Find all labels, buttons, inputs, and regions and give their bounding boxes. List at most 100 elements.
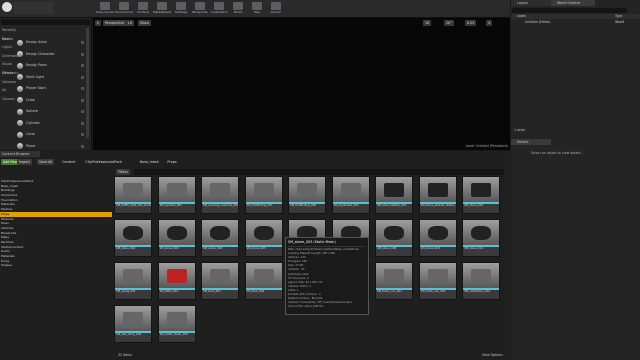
asset-search-input[interactable] xyxy=(134,169,504,175)
toolbar-button-label: Launch xyxy=(270,10,282,14)
toolbar-button[interactable]: Launch xyxy=(267,1,285,17)
drag-handle-icon[interactable] xyxy=(81,87,84,90)
toolbar-button[interactable]: Source Control xyxy=(115,1,133,17)
asset-preview-shape xyxy=(123,312,143,326)
toolbar-button[interactable]: Cinematics xyxy=(210,1,228,17)
save-all-button[interactable]: Save All xyxy=(37,159,55,165)
breadcrumb-item[interactable]: Content xyxy=(62,159,76,165)
col-type: Type xyxy=(615,14,623,18)
content-browser-tab[interactable]: Content Browser xyxy=(0,151,40,157)
drag-handle-icon[interactable] xyxy=(81,121,84,125)
asset-tile[interactable]: SM_stone_sholder_station_001 xyxy=(418,176,457,214)
asset-tile[interactable]: SM_signboard_001 xyxy=(331,176,370,214)
asset-tile[interactable]: SM_trash_can_001 xyxy=(375,262,413,300)
toolbar-button[interactable]: Marketplace xyxy=(153,1,171,17)
asset-tile[interactable]: SM_stone_010 xyxy=(462,219,500,257)
asset-tile[interactable]: SM_stone_003 xyxy=(157,219,196,257)
toolbar-button-label: Build xyxy=(234,10,242,14)
asset-tile[interactable]: SM_solar_battery_001 xyxy=(375,176,413,214)
drag-handle-icon[interactable] xyxy=(81,75,84,79)
tab-layers[interactable]: Layers xyxy=(511,0,551,6)
asset-tile[interactable]: SM_stone_004 xyxy=(201,219,239,257)
drag-handle-icon[interactable] xyxy=(81,133,84,136)
place-item[interactable]: Cone xyxy=(16,130,86,139)
asset-tile[interactable]: SM_table_001 xyxy=(157,262,196,300)
snap-value[interactable]: 10 xyxy=(423,20,432,26)
level-viewport[interactable]: ▾ Perspective Lit Show 10 10° 0.25 4 Level:… xyxy=(93,18,510,150)
asset-tile[interactable]: SM_vending_machine_001 xyxy=(201,176,239,214)
toolbar-button[interactable]: Build xyxy=(229,1,247,17)
snap-value[interactable]: 10° xyxy=(444,20,454,26)
asset-tile[interactable]: SM_tank_001 xyxy=(201,262,239,300)
breadcrumb-item[interactable]: Base_mesh xyxy=(140,159,159,165)
import-button[interactable]: Import xyxy=(17,159,32,165)
show-button[interactable]: Show xyxy=(138,20,151,26)
asset-tile[interactable]: SM_stone_002 xyxy=(114,219,152,257)
snap-controls[interactable]: 10 10° 0.25 4 xyxy=(423,20,508,26)
asset-tile[interactable]: SM_stone_005 xyxy=(244,219,283,257)
toolbar-button[interactable]: Blueprints xyxy=(191,1,209,17)
viewport-menu-button[interactable]: ▾ xyxy=(95,20,101,26)
asset-preview-shape xyxy=(253,183,274,197)
asset-tile[interactable]: SM_swing_001 xyxy=(114,262,152,300)
filters-button[interactable]: Filters xyxy=(116,169,130,175)
asset-tile[interactable]: SM_stone_001 xyxy=(462,176,500,214)
asset-preview-shape xyxy=(384,226,404,240)
place-item[interactable]: Empty Character xyxy=(16,50,86,59)
place-item[interactable]: Plane xyxy=(16,142,86,151)
drag-handle-icon[interactable] xyxy=(81,144,84,148)
asset-tile[interactable]: SM_trash_can_002 xyxy=(418,262,457,300)
lit-button[interactable]: Lit xyxy=(126,20,135,26)
perspective-button[interactable]: Perspective xyxy=(103,20,127,26)
place-item[interactable]: Empty Actor xyxy=(16,38,86,47)
toolbar-button[interactable]: Save Current xyxy=(96,1,114,17)
mode-icons[interactable] xyxy=(14,2,54,14)
place-item[interactable]: Player Start xyxy=(16,84,86,93)
drag-handle-icon[interactable] xyxy=(81,52,84,56)
asset-name: SM_vending_machine_001 xyxy=(203,204,238,207)
item-icon xyxy=(17,85,23,92)
breadcrumb-item[interactable]: CityProfessionalsPack xyxy=(85,159,122,165)
details-tab[interactable]: Details xyxy=(511,139,551,145)
tab-world-outliner[interactable]: World Outliner xyxy=(551,0,595,6)
place-item[interactable]: Sphere xyxy=(16,107,86,116)
asset-tile[interactable]: SM_toolfinding_001 xyxy=(244,176,283,214)
view-options-button[interactable]: View Options xyxy=(482,353,503,357)
folder-item[interactable]: Shapes xyxy=(0,263,112,268)
asset-preview-shape xyxy=(253,226,274,240)
drag-handle-icon[interactable] xyxy=(81,64,84,67)
asset-tooltip: SM_stone_005 (Static Mesh) Path: /Game/C… xyxy=(285,237,369,315)
toolbar-icon xyxy=(176,2,186,10)
snap-value[interactable]: 0.25 xyxy=(465,20,477,26)
asset-tile[interactable]: SM_stone_009 xyxy=(418,219,457,257)
asset-tile[interactable]: SM_water_tower_001 xyxy=(157,305,196,343)
toolbar-button[interactable]: Play xyxy=(248,1,266,17)
item-icon xyxy=(17,143,23,149)
breadcrumb-item[interactable]: Props xyxy=(167,159,176,165)
asset-tile[interactable]: SM_wall_lamp_001 xyxy=(114,305,152,343)
outliner-row-type: World xyxy=(615,20,625,24)
search-classes-input[interactable] xyxy=(1,19,90,25)
asset-tile[interactable]: SM_hydrant_001 xyxy=(157,176,196,214)
item-icon xyxy=(17,120,23,126)
asset-tile[interactable]: SM_stone_008 xyxy=(375,219,413,257)
asset-tile[interactable]: SM_traffic_light_the_fountains_001 xyxy=(114,176,152,214)
main-toolbar: Save CurrentSource Control Content Marketp… xyxy=(0,0,510,18)
asset-tile[interactable]: SM_tank_002 xyxy=(244,262,283,300)
drag-handle-icon[interactable] xyxy=(81,41,84,44)
scrollbar[interactable] xyxy=(86,28,89,138)
drag-handle-icon[interactable] xyxy=(81,98,84,102)
asset-tile[interactable]: SM_ventilation_001 xyxy=(462,262,500,300)
toolbar-button[interactable]: Settings xyxy=(172,1,190,17)
asset-tile[interactable]: SM_toolfinding_002 xyxy=(288,176,326,214)
outliner-row[interactable]: Untitled (Editor) World xyxy=(511,20,640,25)
outliner-search[interactable] xyxy=(512,8,627,13)
snap-value[interactable]: 4 xyxy=(486,20,493,26)
toolbar-button[interactable]: Content xyxy=(134,1,152,17)
asset-preview-shape xyxy=(253,269,274,283)
place-item[interactable]: Point Light xyxy=(16,73,86,82)
place-item[interactable]: Cylinder xyxy=(16,119,86,128)
place-item[interactable]: Empty Pawn xyxy=(16,61,86,70)
drag-handle-icon[interactable] xyxy=(81,110,84,113)
place-item[interactable]: Cube xyxy=(16,96,86,105)
